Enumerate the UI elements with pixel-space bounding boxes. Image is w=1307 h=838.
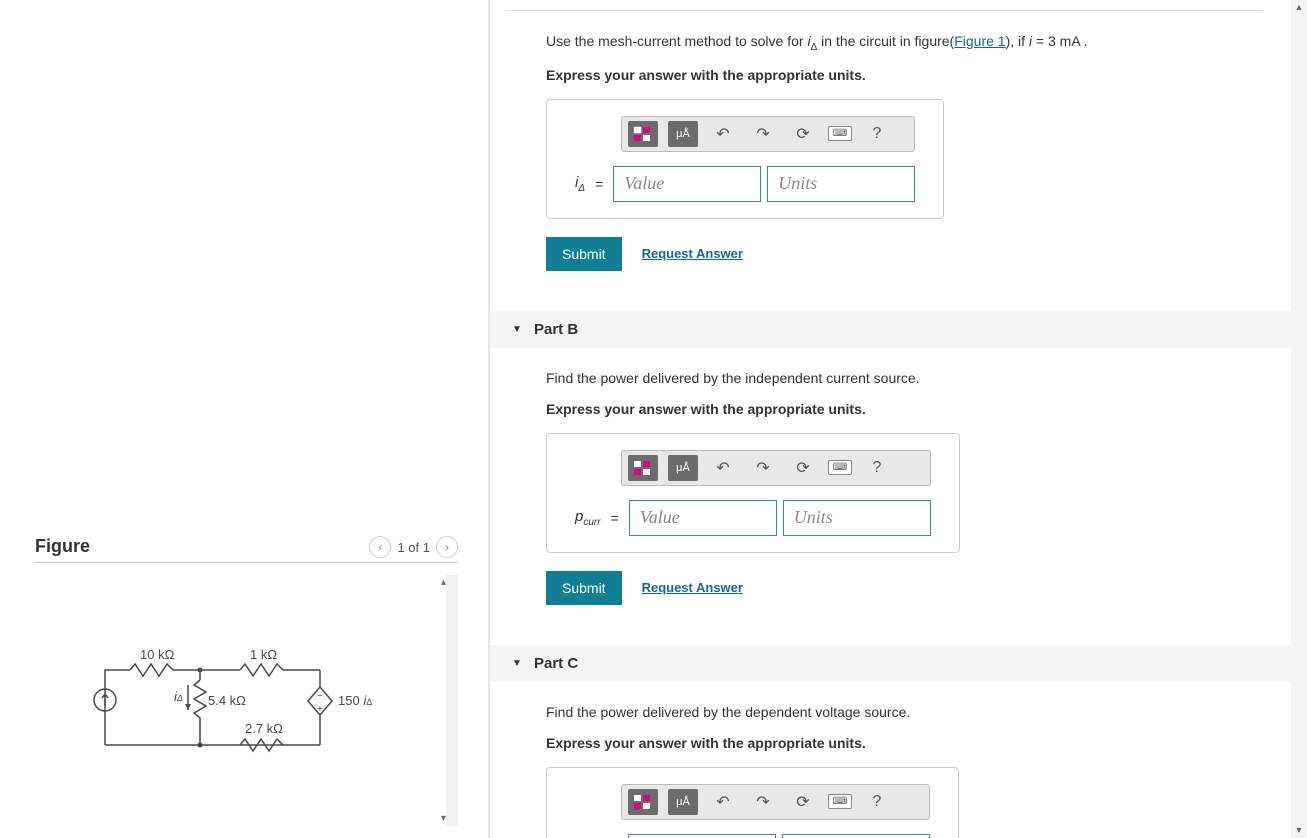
help-icon[interactable]: ? (862, 121, 892, 147)
r1-label: 10 kΩ (140, 647, 175, 662)
part-a-express: Express your answer with the appropriate… (546, 67, 1263, 83)
scroll-down-icon[interactable]: ▾ (441, 813, 446, 824)
scroll-up-icon[interactable]: ▴ (441, 577, 446, 588)
equals: = (595, 176, 603, 192)
redo-icon[interactable]: ↷ (748, 789, 778, 815)
part-c-answer-box: μÅ ↶ ↷ ⟳ ⌨ ? pdep = (546, 767, 959, 838)
template-icon[interactable] (628, 455, 658, 481)
undo-icon[interactable]: ↶ (708, 789, 738, 815)
content-pane: ▴▾ Use the mesh-current method to solve … (490, 0, 1307, 838)
svg-text:+: + (317, 704, 323, 715)
part-b-value-input[interactable] (629, 500, 777, 536)
chevron-down-icon: ▼ (512, 658, 522, 669)
units-icon[interactable]: μÅ (668, 789, 698, 815)
part-a-request-link[interactable]: Request Answer (642, 246, 743, 261)
part-c-value-input[interactable] (628, 834, 776, 838)
template-icon[interactable] (628, 789, 658, 815)
part-b-instruction: Find the power delivered by the independ… (546, 368, 1263, 389)
reset-icon[interactable]: ⟳ (788, 789, 818, 815)
chevron-down-icon: ▼ (512, 324, 522, 335)
help-icon[interactable]: ? (862, 789, 892, 815)
template-icon[interactable] (628, 121, 658, 147)
part-b-request-link[interactable]: Request Answer (642, 580, 743, 595)
figure-next-button[interactable]: › (436, 536, 458, 558)
redo-icon[interactable]: ↷ (748, 121, 778, 147)
right-scrollbar[interactable]: ▴▾ (1291, 0, 1307, 838)
reset-icon[interactable]: ⟳ (788, 455, 818, 481)
part-c: ▼ Part C Find the power delivered by the… (490, 645, 1307, 838)
help-icon[interactable]: ? (862, 455, 892, 481)
answer-toolbar: μÅ ↶ ↷ ⟳ ⌨ ? (621, 784, 930, 820)
part-c-instruction: Find the power delivered by the dependen… (546, 702, 1263, 723)
part-a-answer-box: μÅ ↶ ↷ ⟳ ⌨ ? iΔ = (546, 99, 944, 219)
redo-icon[interactable]: ↷ (748, 455, 778, 481)
part-b-units-input[interactable] (783, 500, 931, 536)
figure-pane: Figure ‹ 1 of 1 › ▴ ▾ 10 kΩ 1 kΩ (0, 0, 490, 838)
part-b-express: Express your answer with the appropriate… (546, 401, 1263, 417)
part-b-submit-button[interactable]: Submit (546, 571, 622, 605)
circuit-diagram: 10 kΩ 1 kΩ − + 150 iΔ i (90, 645, 410, 775)
part-a-value-input[interactable] (613, 166, 761, 202)
figure-divider (35, 562, 458, 563)
undo-icon[interactable]: ↶ (708, 455, 738, 481)
keyboard-icon[interactable]: ⌨ (828, 126, 852, 141)
units-icon[interactable]: μÅ (668, 121, 698, 147)
figure-link[interactable]: Figure 1 (954, 33, 1005, 49)
part-b-answer-box: μÅ ↶ ↷ ⟳ ⌨ ? pcurr = (546, 433, 960, 553)
part-a-var: iΔ (575, 174, 585, 194)
answer-toolbar: μÅ ↶ ↷ ⟳ ⌨ ? (621, 450, 931, 486)
svg-text:−: − (317, 691, 323, 702)
part-b-header[interactable]: ▼ Part B (490, 311, 1307, 348)
reset-icon[interactable]: ⟳ (788, 121, 818, 147)
part-a: Use the mesh-current method to solve for… (490, 11, 1307, 291)
figure-body: ▴ ▾ 10 kΩ 1 kΩ − + 150 iΔ (35, 575, 458, 826)
figure-nav: ‹ 1 of 1 › (369, 536, 458, 558)
figure-prev-button[interactable]: ‹ (369, 536, 391, 558)
r4-label: 2.7 kΩ (245, 721, 283, 736)
part-a-units-input[interactable] (767, 166, 915, 202)
part-c-units-input[interactable] (782, 834, 930, 838)
undo-icon[interactable]: ↶ (708, 121, 738, 147)
figure-nav-label: 1 of 1 (397, 540, 430, 555)
part-a-submit-button[interactable]: Submit (546, 237, 622, 271)
part-b: ▼ Part B Find the power delivered by the… (490, 311, 1307, 625)
idelta-label: iΔ (174, 689, 183, 704)
units-icon[interactable]: μÅ (668, 455, 698, 481)
keyboard-icon[interactable]: ⌨ (828, 794, 852, 809)
part-a-instruction: Use the mesh-current method to solve for… (546, 31, 1263, 55)
part-b-var: pcurr (575, 508, 601, 528)
part-c-express: Express your answer with the appropriate… (546, 735, 1263, 751)
r3-label: 5.4 kΩ (208, 693, 246, 708)
answer-toolbar: μÅ ↶ ↷ ⟳ ⌨ ? (621, 116, 915, 152)
depsrc-label: 150 iΔ (338, 693, 372, 708)
keyboard-icon[interactable]: ⌨ (828, 460, 852, 475)
part-c-header[interactable]: ▼ Part C (490, 645, 1307, 682)
r2-label: 1 kΩ (250, 647, 277, 662)
figure-title: Figure (35, 536, 90, 557)
